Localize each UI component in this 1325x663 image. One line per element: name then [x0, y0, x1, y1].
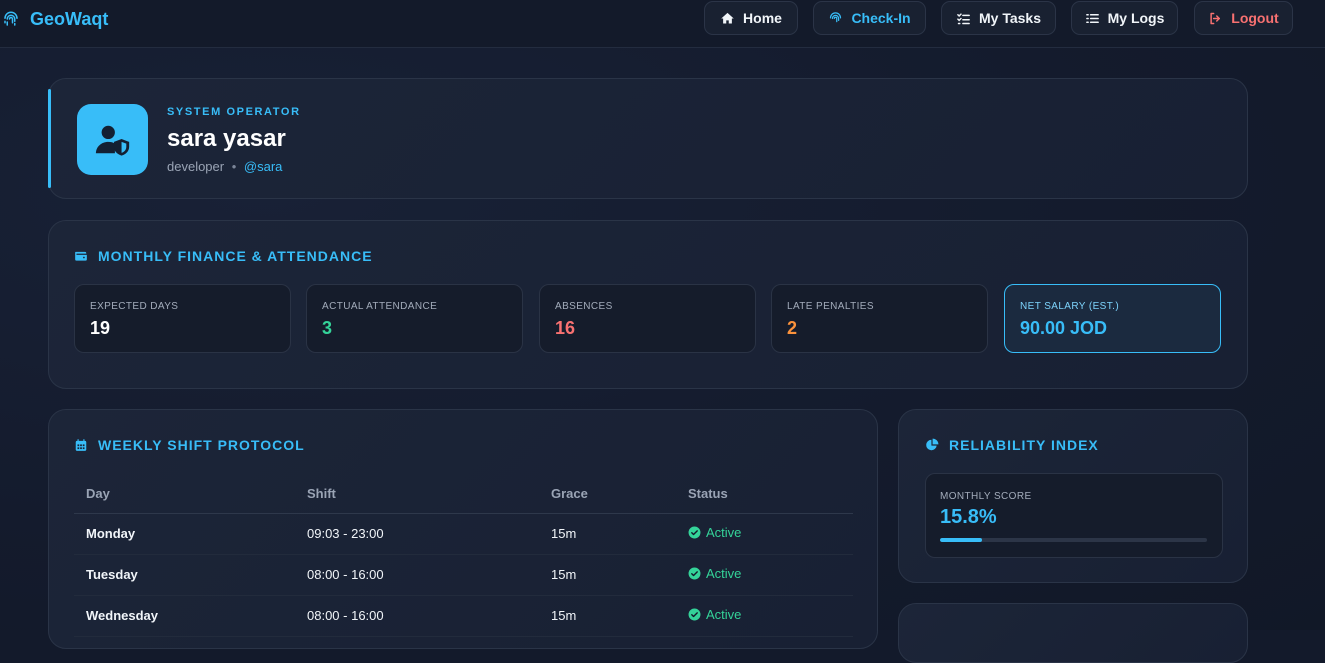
nav-my-tasks-button[interactable]: My Tasks: [941, 1, 1056, 35]
check-circle-icon: [688, 608, 701, 621]
stat-actual-attendance: Actual Attendance 3: [306, 284, 523, 353]
nav-logout-button[interactable]: Logout: [1194, 1, 1293, 35]
profile-meta: developer • @sara: [167, 159, 282, 174]
home-icon: [721, 12, 734, 23]
cell-grace: 15m: [539, 513, 676, 555]
profile-separator: •: [231, 159, 237, 174]
profile-name: sara yasar: [167, 125, 286, 152]
table-row: Monday 09:03 - 23:00 15m Active: [74, 513, 853, 555]
shift-table: Day Shift Grace Status Monday 09:03 - 23…: [74, 475, 853, 637]
list-icon: [1085, 13, 1099, 23]
cell-day: Tuesday: [74, 554, 295, 596]
additional-card: [898, 603, 1248, 663]
column-header-grace: Grace: [539, 475, 676, 514]
stat-net-salary: Net Salary (Est.) 90.00 JOD: [1004, 284, 1221, 353]
check-circle-icon: [688, 567, 701, 580]
stat-expected-days: Expected Days 19: [74, 284, 291, 353]
stat-absences: Absences 16: [539, 284, 756, 353]
finance-title: MONTHLY FINANCE & ATTENDANCE: [74, 248, 373, 264]
column-header-status: Status: [676, 475, 853, 514]
profile-handle[interactable]: @sara: [244, 159, 283, 174]
status-badge: Active: [688, 566, 741, 581]
cell-grace: 15m: [539, 554, 676, 596]
column-header-shift: Shift: [295, 475, 539, 514]
table-header-row: Day Shift Grace Status: [74, 475, 853, 514]
column-header-day: Day: [74, 475, 295, 514]
brand-name: GeoWaqt: [30, 8, 109, 29]
status-badge: Active: [688, 607, 741, 622]
brand-logo[interactable]: GeoWaqt: [2, 8, 108, 30]
cell-shift: 09:03 - 23:00: [295, 513, 539, 555]
profile-title: developer: [167, 159, 225, 174]
table-row: Tuesday 08:00 - 16:00 15m Active: [74, 554, 853, 596]
fingerprint-icon: [4, 11, 18, 26]
finance-card: MONTHLY FINANCE & ATTENDANCE Expected Da…: [48, 220, 1248, 389]
monthly-score-box: MONTHLY SCORE 15.8%: [925, 473, 1223, 558]
profile-role: SYSTEM OPERATOR: [167, 106, 301, 118]
cell-status: Active: [676, 554, 853, 596]
nav-home-button[interactable]: Home: [704, 1, 798, 35]
nav-checkin-button[interactable]: Check-In: [813, 1, 926, 35]
profile-card: SYSTEM OPERATOR sara yasar developer • @…: [48, 78, 1248, 199]
pie-chart-icon: [926, 438, 939, 451]
shift-title: WEEKLY SHIFT PROTOCOL: [74, 437, 305, 453]
score-progress-fill: [940, 538, 983, 542]
wallet-icon: [75, 251, 87, 261]
check-circle-icon: [688, 526, 701, 539]
cell-status: Active: [676, 513, 853, 555]
calendar-icon: [75, 439, 87, 451]
reliability-title: RELIABILITY INDEX: [925, 437, 1099, 453]
nav-my-logs-button[interactable]: My Logs: [1071, 1, 1178, 35]
score-progress-bar: [940, 538, 1207, 542]
reliability-card: RELIABILITY INDEX MONTHLY SCORE 15.8%: [898, 409, 1248, 583]
tasks-icon: [957, 12, 970, 24]
fingerprint-icon: [830, 11, 842, 22]
status-badge: Active: [688, 525, 741, 540]
stat-late-penalties: Late Penalties 2: [771, 284, 988, 353]
weekly-shift-card: WEEKLY SHIFT PROTOCOL Day Shift Grace St…: [48, 409, 878, 649]
score-value: 15.8%: [940, 506, 997, 528]
user-shield-icon: [95, 125, 129, 156]
top-navbar: GeoWaqt Home Check-In My Tasks My Logs L…: [0, 0, 1325, 48]
avatar: [77, 104, 148, 175]
cell-day: Monday: [74, 513, 295, 555]
cell-shift: 08:00 - 16:00: [295, 554, 539, 596]
logout-icon: [1210, 12, 1221, 24]
score-label: MONTHLY SCORE: [940, 491, 1032, 502]
